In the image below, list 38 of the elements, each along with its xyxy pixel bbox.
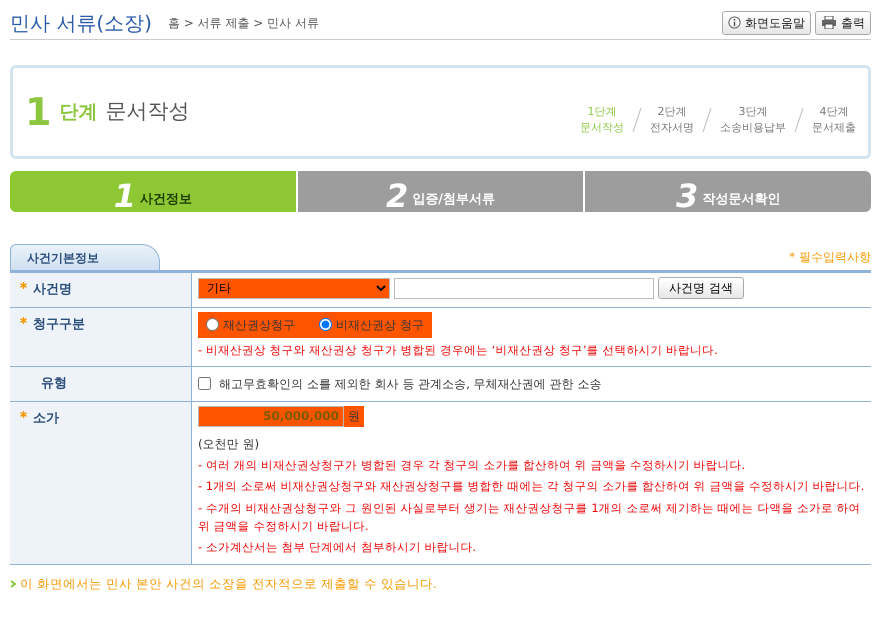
radio-button[interactable] <box>206 318 219 331</box>
chevron-icon <box>10 580 16 588</box>
field-label: 청구구분 <box>33 316 85 332</box>
info-text: 이 화면에서는 민사 본안 사건의 소장을 전자적으로 제출할 수 있습니다. <box>20 574 437 593</box>
step-separator-icon <box>632 107 642 133</box>
stage-number: 1 <box>25 88 52 136</box>
info-icon <box>728 16 741 29</box>
step-separator-icon <box>794 107 804 133</box>
printer-icon <box>821 16 837 29</box>
stage-unit: 단계 <box>59 100 98 125</box>
notice-text: - 여러 개의 비재산권상청구가 병합된 경우 각 청구의 소가를 합산하여 위 금액을 수정하시기 바랍니다. <box>198 456 746 474</box>
checkbox-label: 해고무효확인의 소를 제외한 회사 등 관계소송, 무체재산권에 관한 소송 <box>219 376 602 393</box>
required-note: * 필수입력사항 <box>789 249 871 266</box>
field-label: 사건명 <box>33 282 72 297</box>
case-type-select[interactable]: 기타 <box>198 278 390 298</box>
amount-reading: (오천만 원) <box>198 436 260 453</box>
notice-text: - 수개의 비재산권상청구와 그 원인된 사실로부터 생기는 재산권상청구를 1개의 소로써 제기하는 때에는 다액을 소가로 하여 위 금액을 수정하시기 바랍니다. <box>198 500 862 536</box>
currency-unit: 원 <box>344 406 364 427</box>
step-separator-icon <box>702 107 712 133</box>
step-indicator[interactable]: 4단계 문서제출 <box>812 104 856 136</box>
field-label: 유형 <box>41 376 67 391</box>
search-button[interactable]: 사건명 검색 <box>658 277 744 299</box>
page-title: 민사 서류(소장) <box>10 10 152 36</box>
breadcrumb: 홈 > 서류 제출 > 민사 서류 <box>168 14 319 32</box>
help-button[interactable]: 화면도움말 <box>722 10 811 34</box>
step-indicator[interactable]: 3단계 소송비용납부 <box>720 104 786 136</box>
option-label: 재산권상청구 <box>223 316 295 334</box>
checkbox[interactable] <box>198 377 211 390</box>
case-name-field[interactable] <box>394 278 654 298</box>
notice-text: - 소가계산서는 첨부 단계에서 첨부하시기 바랍니다. <box>198 539 478 556</box>
stage-name: 문서작성 <box>105 98 190 126</box>
option-label: 비재산권상 청구 <box>336 316 424 334</box>
field-label: 소가 <box>33 410 59 426</box>
radio-button[interactable] <box>319 318 332 331</box>
notice-text: - 비재산권상 청구와 재산권상 청구가 병합된 경우에는 ‘비재산권상 청구’를 선택하시기 바랍니다. <box>198 342 719 358</box>
step-indicator[interactable]: 2단계 전자서명 <box>650 104 694 136</box>
print-button[interactable]: 출력 <box>815 10 871 34</box>
notice-text: - 1개의 소로써 비재산권상청구와 재산권상청구를 병합한 때에는 각 청구의 소가를 합산하여 위 금액을 수정하시기 바랍니다. <box>198 478 865 496</box>
